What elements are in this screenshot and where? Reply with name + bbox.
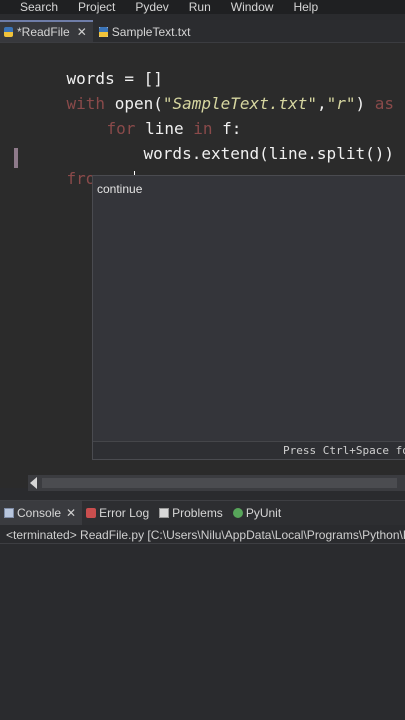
string-token: "r" — [326, 94, 356, 113]
current-line-marker — [14, 148, 18, 168]
tab-console[interactable]: Console ✕ — [0, 501, 83, 525]
autocomplete-item[interactable]: continue — [97, 182, 142, 196]
console-tab-bar: Console ✕ Error Log Problems PyUnit — [0, 500, 405, 525]
error-log-icon — [86, 508, 97, 518]
tab-error-log[interactable]: Error Log — [82, 501, 155, 525]
autocomplete-hint: Press Ctrl+Space for default c — [283, 444, 405, 457]
code-token: , — [316, 94, 327, 113]
autocomplete-popup: continue Press Ctrl+Space for default c — [92, 175, 405, 460]
text-file-icon — [98, 27, 108, 37]
tab-sampletext-label: SampleText.txt — [111, 25, 191, 39]
tab-error-log-label: Error Log — [99, 506, 150, 520]
close-icon[interactable]: ✕ — [66, 506, 76, 520]
menu-search[interactable]: Search — [0, 0, 68, 14]
tab-pyunit-label: PyUnit — [245, 506, 282, 520]
menu-pydev[interactable]: Pydev — [125, 0, 178, 14]
tab-readfile-label: *ReadFile — [17, 25, 70, 39]
tab-problems[interactable]: Problems — [155, 501, 229, 525]
menu-bar: Search Project Pydev Run Window Help — [0, 0, 405, 14]
code-token: ) — [355, 94, 375, 113]
close-icon[interactable]: ✕ — [77, 25, 87, 39]
python-file-icon — [4, 27, 13, 37]
code-token: f: — [394, 94, 405, 113]
tab-readfile[interactable]: *ReadFile ✕ — [0, 20, 93, 42]
console-status-line: <terminated> ReadFile.py [C:\Users\Nilu\… — [0, 526, 405, 544]
editor-tab-bar: *ReadFile ✕ SampleText.txt — [0, 20, 405, 43]
autocomplete-footer: Press Ctrl+Space for default c — [93, 441, 405, 459]
tab-sampletext[interactable]: SampleText.txt — [95, 22, 197, 42]
tab-console-label: Console — [17, 506, 62, 520]
menu-project[interactable]: Project — [68, 0, 125, 14]
menu-window[interactable]: Window — [221, 0, 284, 14]
horizontal-scrollbar[interactable] — [28, 475, 405, 491]
tab-problems-label: Problems — [172, 506, 223, 520]
scroll-left-arrow-icon[interactable] — [30, 477, 37, 489]
menu-help[interactable]: Help — [283, 0, 328, 14]
console-icon — [4, 508, 14, 518]
menu-run[interactable]: Run — [179, 0, 221, 14]
tab-pyunit[interactable]: PyUnit — [229, 501, 287, 525]
pyunit-icon — [232, 508, 243, 518]
problems-icon — [159, 508, 170, 518]
code-editor[interactable]: words = [] with open("SampleText.txt","r… — [0, 43, 405, 488]
console-output[interactable] — [0, 545, 405, 720]
code-token: words.extend(line.split()) — [143, 144, 394, 163]
scrollbar-thumb[interactable] — [42, 478, 397, 488]
keyword-token: as — [374, 94, 395, 113]
